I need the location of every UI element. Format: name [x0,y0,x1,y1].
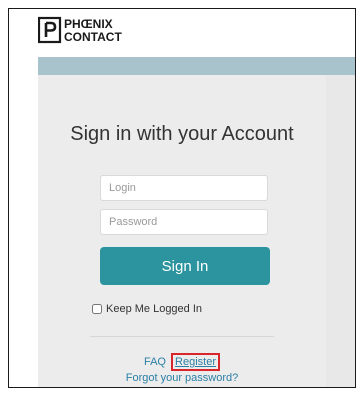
keep-logged-in-row[interactable]: Keep Me Logged In [92,301,202,317]
register-highlight-box: Register [171,353,221,371]
background-strip [326,75,355,387]
faq-link[interactable]: FAQ [144,356,166,368]
page-title: Sign in with your Account [70,123,294,145]
phoenix-contact-logo[interactable]: PHŒNIX CONTACT [38,16,142,44]
password-input[interactable] [100,209,268,235]
login-panel: Sign in with your Account Sign In Keep M… [38,75,326,387]
sign-in-button[interactable]: Sign In [100,247,270,285]
browser-frame: PHŒNIX CONTACT Sign in with your Account… [8,8,356,388]
forgot-password-link[interactable]: Forgot your password? [126,372,239,384]
header-color-bar [38,57,355,75]
logo-text-line1: PHŒNIX [64,17,113,31]
forgot-password-row: Forgot your password? [38,372,326,384]
site-header: PHŒNIX CONTACT [9,9,355,57]
divider [90,336,274,337]
logo-text-line2: CONTACT [64,30,122,44]
help-links-row: FAQ Register [38,353,326,371]
keep-logged-in-checkbox[interactable] [92,304,102,314]
register-link[interactable]: Register [175,356,216,368]
keep-logged-in-label: Keep Me Logged In [106,303,203,315]
login-input[interactable] [100,175,268,201]
